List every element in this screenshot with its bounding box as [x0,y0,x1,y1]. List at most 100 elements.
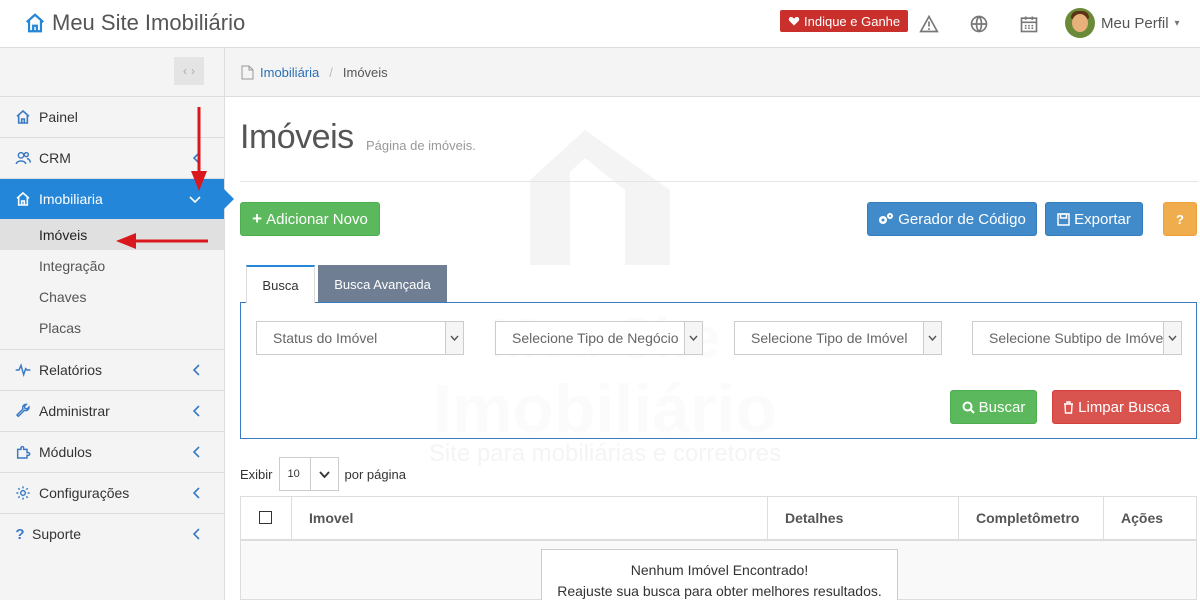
properties-table: Imovel Detalhes Completômetro Ações Nenh… [240,496,1197,600]
chevron-left-icon [192,487,200,499]
sidebar-collapse-button[interactable]: ‹ › [174,57,204,85]
sidebar-item-label: Configurações [39,485,130,501]
annotation-arrow-left [116,233,208,249]
document-icon [241,65,254,79]
negocio-select[interactable]: Selecione Tipo de Negócio [495,321,703,355]
chevron-down-icon [189,196,201,204]
breadcrumb: Imobiliária / Imóveis [225,48,1200,97]
save-icon [1057,212,1070,226]
chevron-left-icon [192,446,200,458]
sidebar-item-label: Suporte [32,526,82,542]
question-icon: ? [15,525,25,543]
wrench-icon [14,402,32,420]
subtipo-imovel-select-value: Selecione Subtipo de Imóvel [989,330,1167,346]
plus-icon: + [252,209,263,228]
chevron-down-icon [309,458,338,490]
sidebar-item-label: Painel [39,109,78,125]
annotation-arrow-down [191,107,207,191]
watermark-house-icon [530,130,670,265]
column-header-detalhes[interactable]: Detalhes [767,497,958,539]
chevron-down-icon: ▾ [1174,17,1180,29]
sidebar-item-configuracoes[interactable]: Configurações [0,472,224,513]
trash-icon [1064,400,1074,414]
search-button[interactable]: Buscar [950,390,1037,424]
help-button[interactable]: ? [1163,202,1197,236]
tipo-imovel-select[interactable]: Selecione Tipo de Imóvel [734,321,942,355]
add-new-button[interactable]: + Adicionar Novo [240,202,380,236]
per-page-value: 10 [287,468,300,480]
indique-label: Indique e Ganhe [804,13,901,29]
sidebar-item-label: CRM [39,150,71,166]
sidebar-item-label: Imobiliaria [39,191,103,207]
heart-icon [788,16,800,26]
page-title: Imóveis [240,118,354,156]
gears-icon [879,213,894,224]
chevron-left-icon [192,528,200,540]
home-icon [26,13,44,33]
empty-state-title: Nenhum Imóvel Encontrado! [630,562,809,578]
sidebar-item-label: Módulos [39,444,92,460]
top-bar: Meu Site Imobiliário Indique e Ganhe Meu… [0,0,1200,48]
sidebar-item-label: Administrar [39,403,110,419]
page-subtitle: Página de imóveis. [366,138,476,153]
export-label: Exportar [1074,210,1131,228]
active-indicator [224,189,234,209]
sidebar-subitem-integracao[interactable]: Integração [0,250,224,281]
table-body: Nenhum Imóvel Encontrado! Reajuste sua b… [241,541,1196,600]
sidebar-item-relatorios[interactable]: Relatórios [0,349,224,390]
chevron-left-icon: ‹ [183,64,187,78]
tab-busca[interactable]: Busca [246,265,315,303]
divider [240,181,1198,182]
globe-icon[interactable] [969,14,989,34]
sidebar-item-administrar[interactable]: Administrar [0,390,224,431]
tipo-imovel-select-value: Selecione Tipo de Imóvel [751,330,908,346]
home-icon [14,108,32,126]
sidebar-subitem-placas[interactable]: Placas [0,312,224,343]
breadcrumb-separator: / [329,64,333,80]
sidebar-item-suporte[interactable]: ? Suporte [0,513,224,554]
clear-search-label: Limpar Busca [1078,398,1170,416]
brand-logo[interactable]: Meu Site Imobiliário [24,10,245,36]
chevron-left-icon [192,364,200,376]
add-new-label: Adicionar Novo [266,210,368,228]
table-header: Imovel Detalhes Completômetro Ações [241,497,1196,541]
sidebar-item-modulos[interactable]: Módulos [0,431,224,472]
code-generator-button[interactable]: Gerador de Código [867,202,1037,236]
indique-button[interactable]: Indique e Ganhe [780,10,909,32]
chevron-down-icon [1163,322,1181,354]
profile-menu[interactable]: Meu Perfil ▾ [1065,8,1180,38]
status-select-value: Status do Imóvel [273,330,378,346]
chevron-left-icon [192,405,200,417]
column-header-imovel[interactable]: Imovel [291,497,767,539]
sidebar-item-label: Relatórios [39,362,103,378]
per-page-control: Exibir 10 por página [240,457,406,491]
search-icon [962,401,975,414]
select-all-checkbox[interactable] [259,511,272,524]
breadcrumb-current: Imóveis [342,64,388,80]
warning-icon[interactable] [919,14,939,34]
negocio-select-value: Selecione Tipo de Negócio [512,330,679,346]
column-header-acoes[interactable]: Ações [1103,497,1196,539]
empty-state-message: Nenhum Imóvel Encontrado! Reajuste sua b… [541,549,898,600]
sidebar-subitem-chaves[interactable]: Chaves [0,281,224,312]
per-page-select[interactable]: 10 [278,457,339,491]
calendar-icon[interactable] [1019,14,1039,34]
app-title: Meu Site Imobiliário [52,10,246,35]
tab-busca-avancada[interactable]: Busca Avançada [318,265,447,303]
search-label: Buscar [978,398,1026,416]
profile-label: Meu Perfil [1101,14,1169,32]
code-generator-label: Gerador de Código [898,210,1026,228]
export-button[interactable]: Exportar [1045,202,1143,236]
puzzle-icon [14,443,32,461]
avatar [1065,8,1095,38]
status-select[interactable]: Status do Imóvel [256,321,464,355]
breadcrumb-root[interactable]: Imobiliária [260,65,319,80]
subtipo-imovel-select[interactable]: Selecione Subtipo de Imóvel [972,321,1182,355]
chevron-down-icon [445,322,463,354]
pulse-icon [14,361,32,379]
per-page-suffix: por página [344,466,406,482]
column-header-completometro[interactable]: Completômetro [958,497,1103,539]
gear-icon [14,484,32,502]
clear-search-button[interactable]: Limpar Busca [1052,390,1181,424]
chevron-down-icon [684,322,702,354]
